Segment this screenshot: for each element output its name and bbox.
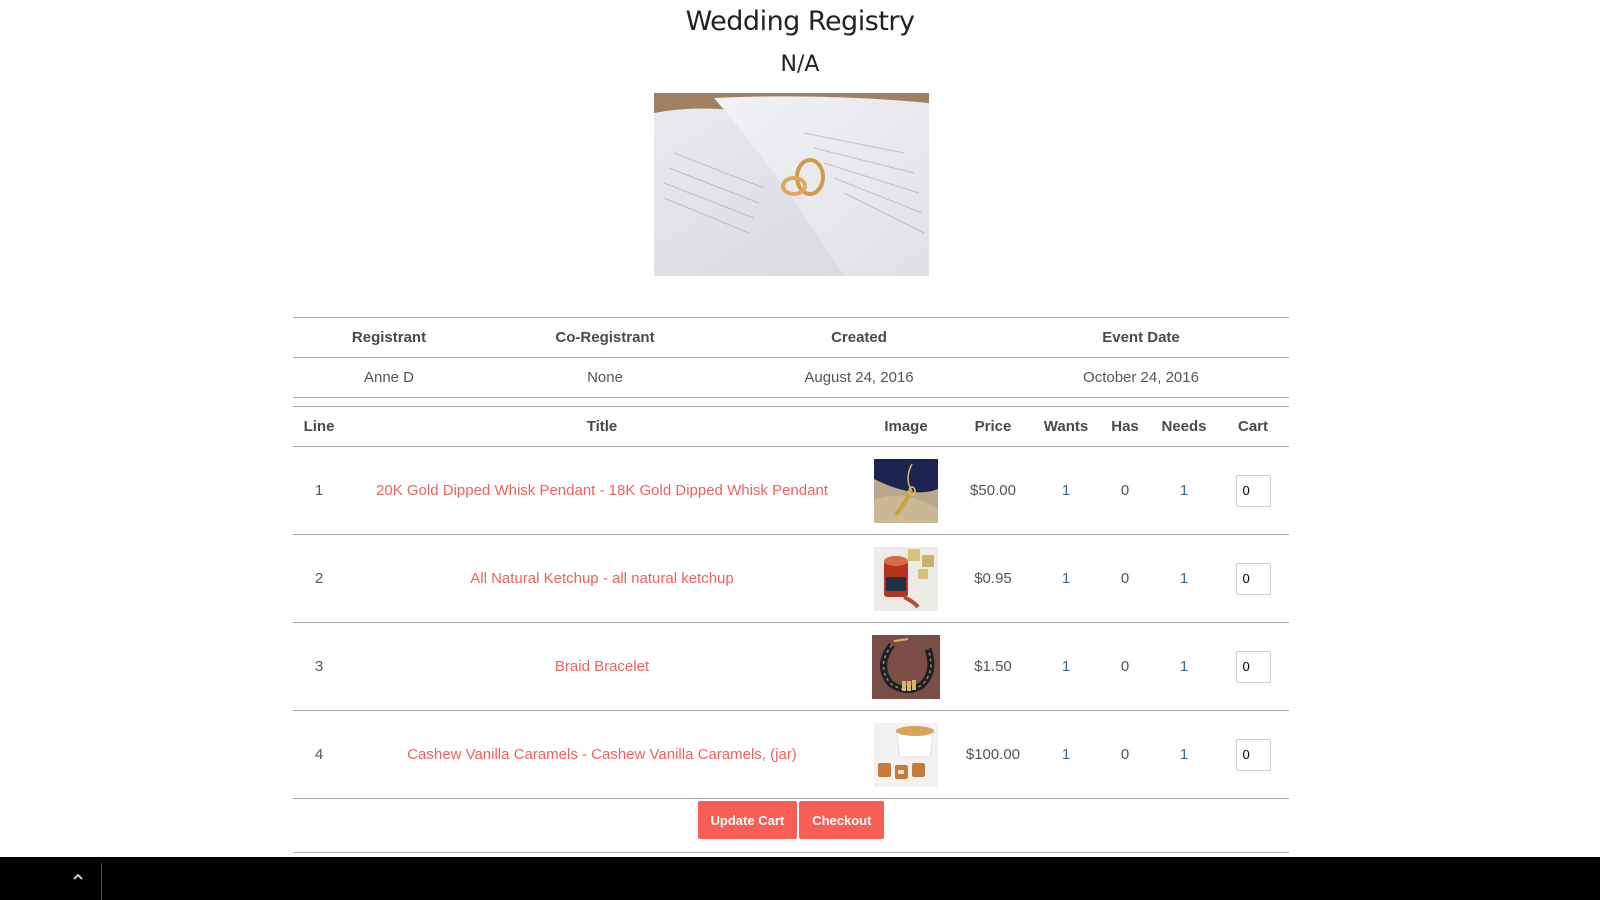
cart-quantity-input[interactable] xyxy=(1235,474,1271,507)
item-title-link[interactable]: 20K Gold Dipped Whisk Pendant - 18K Gold… xyxy=(376,482,828,499)
line-number: 4 xyxy=(293,710,345,799)
update-cart-button[interactable]: Update Cart xyxy=(697,801,798,839)
registry-page: Wedding Registry N/A Registrant Co-Regis… xyxy=(0,0,1600,856)
image-header: Image xyxy=(859,406,953,447)
item-price: $0.95 xyxy=(953,534,1033,623)
registry-info-row: Anne D None August 24, 2016 October 24, … xyxy=(293,357,1289,398)
item-price: $50.00 xyxy=(953,446,1033,535)
cart-quantity-input[interactable] xyxy=(1235,738,1271,771)
item-needs: 1 xyxy=(1151,622,1217,711)
event-date-value: October 24, 2016 xyxy=(993,357,1289,398)
registry-hero-image xyxy=(654,93,929,276)
cart-header: Cart xyxy=(1217,406,1289,447)
item-has: 0 xyxy=(1099,534,1151,623)
table-row: 1 20K Gold Dipped Whisk Pendant - 18K Go… xyxy=(293,446,1289,535)
item-needs: 1 xyxy=(1151,534,1217,623)
table-row: 4 Cashew Vanilla Caramels - Cashew Vanil… xyxy=(293,710,1289,799)
cashew-caramels-image[interactable] xyxy=(874,722,938,787)
line-number: 2 xyxy=(293,534,345,623)
co-registrant-value: None xyxy=(485,357,725,398)
items-header-row: Line Title Image Price Wants Has Needs C… xyxy=(293,406,1289,447)
item-price: $1.50 xyxy=(953,622,1033,711)
item-has: 0 xyxy=(1099,710,1151,799)
item-title-link[interactable]: All Natural Ketchup - all natural ketchu… xyxy=(470,570,733,587)
braid-bracelet-image[interactable] xyxy=(872,634,940,699)
item-has: 0 xyxy=(1099,446,1151,535)
line-number: 3 xyxy=(293,622,345,711)
item-title-link[interactable]: Cashew Vanilla Caramels - Cashew Vanilla… xyxy=(407,746,797,763)
whisk-pendant-image[interactable] xyxy=(874,458,938,523)
event-date-header: Event Date xyxy=(993,317,1289,358)
created-header: Created xyxy=(725,317,993,358)
checkout-button[interactable]: Checkout xyxy=(799,801,885,839)
registry-info-table: Registrant Co-Registrant Created Event D… xyxy=(293,317,1289,398)
line-header: Line xyxy=(293,406,345,447)
table-row: 3 Braid Bracelet $1.50 1 0 1 xyxy=(293,622,1289,711)
co-registrant-header: Co-Registrant xyxy=(485,317,725,358)
table-row: 2 All Natural Ketchup - all natural ketc… xyxy=(293,534,1289,623)
needs-header: Needs xyxy=(1151,406,1217,447)
item-wants: 1 xyxy=(1033,710,1099,799)
item-wants: 1 xyxy=(1033,534,1099,623)
cart-quantity-input[interactable] xyxy=(1235,562,1271,595)
cart-actions: Update Cart Checkout xyxy=(293,789,1289,853)
cart-quantity-input[interactable] xyxy=(1235,650,1271,683)
item-has: 0 xyxy=(1099,622,1151,711)
ketchup-jar-image[interactable] xyxy=(874,546,938,611)
registry-info-header-row: Registrant Co-Registrant Created Event D… xyxy=(293,317,1289,358)
chevron-up-icon[interactable] xyxy=(70,869,86,885)
registrant-header: Registrant xyxy=(293,317,485,358)
item-price: $100.00 xyxy=(953,710,1033,799)
item-wants: 1 xyxy=(1033,622,1099,711)
footer-divider xyxy=(101,863,102,900)
price-header: Price xyxy=(953,406,1033,447)
title-header: Title xyxy=(345,406,859,447)
created-value: August 24, 2016 xyxy=(725,357,993,398)
item-needs: 1 xyxy=(1151,446,1217,535)
wants-header: Wants xyxy=(1033,406,1099,447)
registrant-value: Anne D xyxy=(293,357,485,398)
registry-items-table: Line Title Image Price Wants Has Needs C… xyxy=(293,406,1289,799)
page-subtitle: N/A xyxy=(780,52,820,77)
has-header: Has xyxy=(1099,406,1151,447)
item-needs: 1 xyxy=(1151,710,1217,799)
item-title-link[interactable]: Braid Bracelet xyxy=(555,658,649,675)
line-number: 1 xyxy=(293,446,345,535)
page-title: Wedding Registry xyxy=(685,6,915,37)
footer-bar xyxy=(0,857,1600,900)
item-wants: 1 xyxy=(1033,446,1099,535)
